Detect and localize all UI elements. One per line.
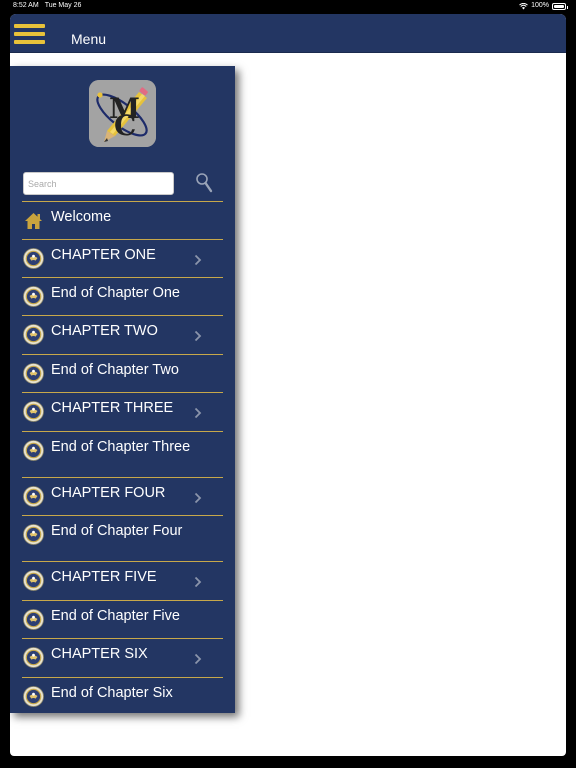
side-menu: M C Welcome CH — [10, 66, 235, 713]
status-bar: 8:52 AM Tue May 26 100% — [0, 0, 576, 12]
seal-icon — [23, 286, 44, 307]
app-window: Menu M C Search Welcome CHAPTER ONE End … — [10, 14, 566, 756]
seal-icon — [23, 647, 44, 668]
nav-title: Menu — [71, 31, 107, 47]
menu-item-chapter-one[interactable]: CHAPTER ONE — [22, 239, 223, 277]
menu-item-end-of-chapter-four[interactable]: End of Chapter Four — [22, 515, 223, 561]
menu-item-end-of-chapter-five[interactable]: End of Chapter Five — [22, 600, 223, 638]
seal-icon — [23, 363, 44, 384]
seal-icon — [23, 440, 44, 461]
menu-item-label: CHAPTER THREE — [51, 400, 174, 416]
menu-item-chapter-six[interactable]: CHAPTER SIX — [22, 638, 223, 677]
menu-item-label: CHAPTER FIVE — [51, 569, 157, 585]
search-row — [23, 172, 223, 196]
menu-item-label: CHAPTER FOUR — [51, 485, 166, 501]
seal-icon — [23, 324, 44, 345]
status-right: 100% — [519, 0, 568, 12]
menu-item-chapter-four[interactable]: CHAPTER FOUR — [22, 477, 223, 515]
logo-graphic: M C — [89, 80, 156, 147]
svg-text:C: C — [114, 109, 136, 142]
seal-icon — [23, 686, 44, 707]
menu-item-label: CHAPTER SIX — [51, 646, 148, 662]
menu-item-end-of-chapter-six[interactable]: End of Chapter Six — [22, 677, 223, 715]
chevron-right-icon — [194, 254, 202, 266]
status-date: Tue May 26 — [44, 2, 82, 9]
battery-percentage: 100% — [531, 2, 549, 9]
chevron-right-icon — [194, 407, 202, 419]
navigation-bar: Menu — [10, 14, 566, 53]
chevron-right-icon — [194, 576, 202, 588]
search-icon[interactable] — [195, 172, 213, 194]
menu-item-chapter-five[interactable]: CHAPTER FIVE — [22, 561, 223, 600]
home-icon — [25, 213, 42, 229]
menu-item-label: End of Chapter Five — [51, 608, 180, 624]
battery-icon — [552, 2, 568, 10]
seal-icon — [23, 524, 44, 545]
hamburger-menu-icon[interactable] — [14, 24, 45, 45]
menu-item-welcome[interactable]: Welcome — [22, 201, 223, 239]
menu-item-label: End of Chapter One — [51, 285, 180, 301]
app-logo: M C — [89, 80, 156, 147]
menu-item-label: End of Chapter Two — [51, 362, 179, 378]
menu-item-end-of-chapter-two[interactable]: End of Chapter Two — [22, 354, 223, 392]
menu-item-label: CHAPTER ONE — [51, 247, 156, 263]
menu-item-end-of-chapter-three[interactable]: End of Chapter Three — [22, 431, 223, 477]
menu-item-label: Welcome — [51, 209, 112, 225]
menu-item-label: End of Chapter Six — [51, 685, 173, 701]
search-input[interactable] — [23, 172, 174, 195]
chevron-right-icon — [194, 653, 202, 665]
menu-item-label: CHAPTER TWO — [51, 323, 158, 339]
menu-list: Welcome CHAPTER ONE End of Chapter One C… — [22, 201, 223, 715]
seal-icon — [23, 401, 44, 422]
seal-icon — [23, 609, 44, 630]
status-left: 8:52 AM Tue May 26 — [13, 0, 81, 12]
chevron-right-icon — [194, 330, 202, 342]
seal-icon — [23, 248, 44, 269]
menu-item-end-of-chapter-one[interactable]: End of Chapter One — [22, 277, 223, 315]
menu-item-label: End of Chapter Four — [51, 523, 183, 539]
wifi-icon — [519, 2, 528, 9]
chevron-right-icon — [194, 492, 202, 504]
seal-icon — [23, 570, 44, 591]
seal-icon — [23, 486, 44, 507]
status-time: 8:52 AM — [13, 2, 39, 9]
menu-item-label: End of Chapter Three — [51, 439, 191, 455]
menu-item-chapter-two[interactable]: CHAPTER TWO — [22, 315, 223, 354]
menu-item-chapter-three[interactable]: CHAPTER THREE — [22, 392, 223, 431]
